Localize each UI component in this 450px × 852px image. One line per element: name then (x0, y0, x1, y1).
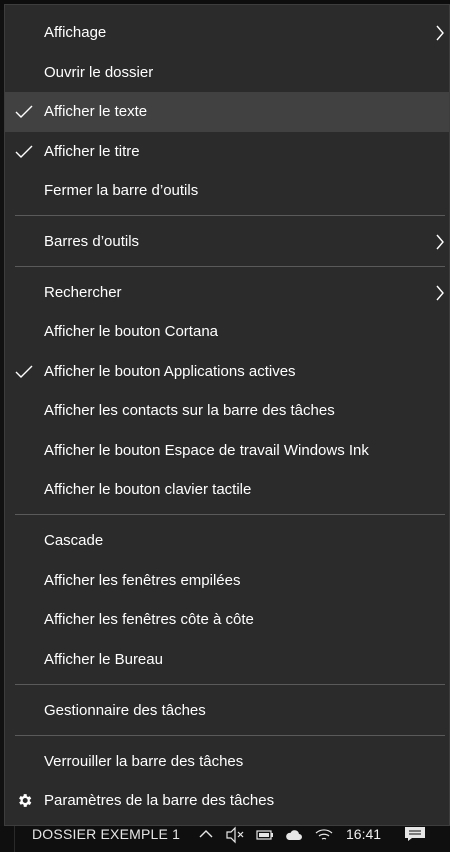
menu-separator (15, 735, 445, 736)
menu-item-label: Afficher le texte (44, 103, 148, 120)
menu-item-fermer-barre-outils[interactable]: Fermer la barre d’outils (5, 171, 449, 211)
menu-item-label: Verrouiller la barre des tâches (44, 753, 244, 770)
cloud-icon[interactable] (284, 826, 304, 844)
menu-item-label: Paramètres de la barre des tâches (44, 792, 275, 809)
menu-item-label: Afficher le bouton clavier tactile (44, 481, 252, 498)
menu-item-bouton-applications-actives[interactable]: Afficher le bouton Applications actives (5, 352, 449, 392)
menu-item-label: Afficher le bouton Cortana (44, 323, 219, 340)
menu-item-label: Afficher les fenêtres côte à côte (44, 611, 254, 628)
clock[interactable]: 16:41 (346, 826, 381, 842)
menu-separator (15, 684, 445, 685)
menu-item-afficher-titre[interactable]: Afficher le titre (5, 132, 449, 172)
menu-item-gestionnaire-taches[interactable]: Gestionnaire des tâches (5, 691, 449, 731)
menu-item-label: Affichage (44, 24, 107, 41)
menu-item-barres-outils[interactable]: Barres d’outils (5, 222, 449, 262)
taskbar: DOSSIER EXEMPLE 1 16:41 (0, 826, 450, 852)
menu-item-parametres-barre[interactable]: Paramètres de la barre des tâches (5, 781, 449, 821)
menu-item-label: Gestionnaire des tâches (44, 702, 206, 719)
volume-muted-icon[interactable] (225, 826, 245, 844)
menu-item-label: Afficher le Bureau (44, 651, 163, 668)
menu-item-label: Ouvrir le dossier (44, 64, 154, 81)
check-icon (15, 145, 33, 158)
menu-separator (15, 266, 445, 267)
menu-item-label: Rechercher (44, 284, 122, 301)
chevron-right-icon (436, 285, 444, 301)
taskbar-context-menu: Affichage Ouvrir le dossier Afficher le … (4, 4, 450, 826)
wifi-icon[interactable] (314, 826, 334, 844)
menu-item-label: Cascade (44, 532, 104, 549)
menu-item-windows-ink[interactable]: Afficher le bouton Espace de travail Win… (5, 431, 449, 471)
menu-item-verrouiller-barre[interactable]: Verrouiller la barre des tâches (5, 742, 449, 782)
check-icon (15, 105, 33, 118)
menu-item-label: Afficher le titre (44, 143, 140, 160)
menu-item-fenetres-empilees[interactable]: Afficher les fenêtres empilées (5, 561, 449, 601)
action-center-icon[interactable] (403, 826, 427, 842)
check-icon (15, 365, 33, 378)
menu-item-cascade[interactable]: Cascade (5, 521, 449, 561)
menu-item-label: Afficher les contacts sur la barre des t… (44, 402, 335, 419)
taskbar-app-label: DOSSIER EXEMPLE 1 (32, 826, 181, 842)
gear-icon (19, 794, 32, 807)
battery-icon[interactable] (255, 826, 275, 844)
menu-item-label: Afficher les fenêtres empilées (44, 572, 241, 589)
menu-item-ouvrir-dossier[interactable]: Ouvrir le dossier (5, 53, 449, 93)
menu-item-label: Afficher le bouton Applications actives (44, 363, 296, 380)
taskbar-app-button[interactable]: DOSSIER EXEMPLE 1 (14, 826, 190, 852)
chevron-right-icon (436, 234, 444, 250)
menu-item-contacts-barre-taches[interactable]: Afficher les contacts sur la barre des t… (5, 391, 449, 431)
chevron-right-icon (436, 25, 444, 41)
menu-item-label: Afficher le bouton Espace de travail Win… (44, 442, 369, 459)
menu-item-affichage[interactable]: Affichage (5, 13, 449, 53)
menu-item-afficher-texte[interactable]: Afficher le texte (5, 92, 449, 132)
menu-separator (15, 215, 445, 216)
chevron-up-icon[interactable] (196, 826, 216, 844)
menu-item-label: Barres d’outils (44, 233, 140, 250)
menu-item-bouton-cortana[interactable]: Afficher le bouton Cortana (5, 312, 449, 352)
menu-item-afficher-bureau[interactable]: Afficher le Bureau (5, 640, 449, 680)
menu-item-clavier-tactile[interactable]: Afficher le bouton clavier tactile (5, 470, 449, 510)
menu-item-label: Fermer la barre d’outils (44, 182, 199, 199)
menu-item-rechercher[interactable]: Rechercher (5, 273, 449, 313)
menu-item-fenetres-cote-a-cote[interactable]: Afficher les fenêtres côte à côte (5, 600, 449, 640)
menu-separator (15, 514, 445, 515)
